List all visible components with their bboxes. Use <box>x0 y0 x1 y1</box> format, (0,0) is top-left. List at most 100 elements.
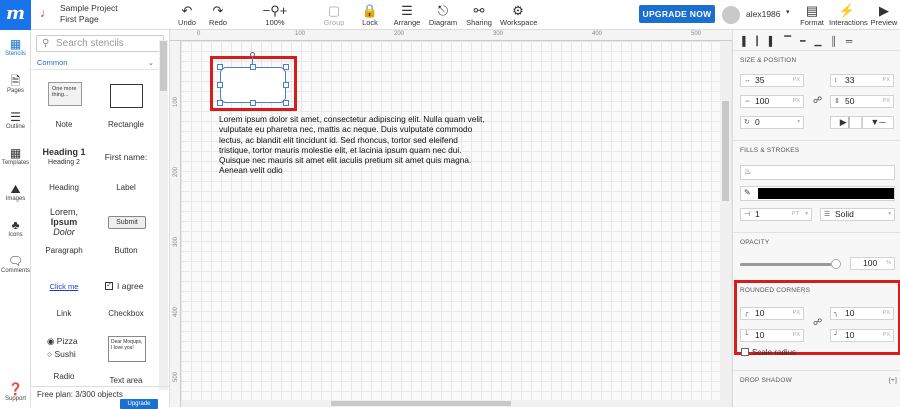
canvas[interactable]: 0 100 200 300 400 500 100 200 300 400 50… <box>170 30 732 407</box>
diagram-button[interactable]: ⎋ Diagram <box>428 3 458 27</box>
category-dropdown[interactable]: Common ⌄ <box>31 57 158 70</box>
stencil-radio[interactable]: ◉ Pizza ○ Sushi Radio <box>33 324 95 387</box>
rotation-input[interactable]: ↻ 0 ▾ <box>740 116 804 129</box>
resize-handle-l[interactable] <box>217 82 223 88</box>
radio-preview: ◉ Pizza ○ Sushi <box>47 336 78 359</box>
stencils-panel: ⚲ Search stencils Common ⌄ One more thin… <box>31 30 170 409</box>
rail-pages[interactable]: 🗎 Pages <box>0 74 31 94</box>
distribute-v-icon[interactable]: ═ <box>846 36 861 46</box>
interactions-tab[interactable]: ⚡ Interactions <box>829 3 868 27</box>
align-middle-icon[interactable]: ━ <box>800 36 814 46</box>
arrange-button[interactable]: ☰ Arrange <box>392 3 422 27</box>
opacity-slider-knob[interactable] <box>831 259 841 269</box>
lock-button[interactable]: 🔒 Lock <box>359 3 381 27</box>
resize-handle-b[interactable] <box>250 100 256 106</box>
scrollbar-thumb[interactable] <box>331 401 511 406</box>
redo-button[interactable]: ↷ Redo <box>206 3 230 27</box>
stencil-checkbox[interactable]: ✓ I agree Checkbox <box>95 261 157 324</box>
radius-top-left-input[interactable]: ╭ 10 PX <box>740 307 804 320</box>
link-icon[interactable]: ☍ <box>813 95 822 106</box>
corner-tr-icon: ╮ <box>834 310 839 317</box>
stencil-paragraph[interactable]: Lorem, Ipsum Dolor Paragraph <box>33 198 95 261</box>
stencil-note[interactable]: One more thing... Note <box>33 72 95 135</box>
zoom-control[interactable]: −⚲+ 100% <box>256 3 294 27</box>
stencils-scrollbar[interactable] <box>159 40 168 390</box>
checkbox-icon: ✓ <box>105 282 113 290</box>
align-right-icon[interactable]: ▌ <box>769 36 784 46</box>
y-input[interactable]: ↕ 33 PX <box>830 74 894 87</box>
radius-top-right-input[interactable]: ╮ 10 PX <box>830 307 894 320</box>
stencil-button[interactable]: Submit Button <box>95 198 157 261</box>
fill-color-field[interactable]: ♨ <box>740 165 895 180</box>
resize-handle-tr[interactable] <box>283 64 289 70</box>
link-icon[interactable]: ☍ <box>813 317 822 328</box>
width-input[interactable]: ⇔ 100 PX <box>740 95 804 108</box>
resize-handle-tl[interactable] <box>217 64 223 70</box>
stepper-icon[interactable]: ▾ <box>797 117 800 128</box>
preview-button[interactable]: ▶ Preview <box>870 3 898 27</box>
stencil-rectangle[interactable]: Rectangle <box>95 72 157 135</box>
stencil-link[interactable]: Click me Link <box>33 261 95 324</box>
format-tab[interactable]: ▤ Format <box>800 3 824 27</box>
stroke-style-select[interactable]: ☰ Solid ▾ <box>820 208 895 221</box>
upgrade-now-button[interactable]: UPGRADE NOW <box>639 5 715 23</box>
resize-handle-t[interactable] <box>250 64 256 70</box>
rail-comments[interactable]: 🗨 Comments <box>0 254 31 274</box>
rail-outline[interactable]: ☰ Outline <box>0 110 31 130</box>
stroke-color-swatch[interactable] <box>758 188 894 199</box>
undo-button[interactable]: ↶ Undo <box>175 3 199 27</box>
rail-templates[interactable]: ▦ Templates <box>0 146 31 166</box>
avatar[interactable] <box>722 6 740 24</box>
moqups-logo[interactable]: m <box>0 0 31 30</box>
chevron-down-icon: ⌄ <box>147 58 154 67</box>
user-menu[interactable]: alex1986 <box>746 9 781 19</box>
search-input[interactable]: ⚲ Search stencils <box>36 35 164 52</box>
rectangle-preview <box>110 84 143 108</box>
page-name[interactable]: First Page <box>60 14 99 24</box>
scale-radius-checkbox[interactable] <box>741 348 749 356</box>
opacity-input[interactable]: 100% <box>850 257 895 270</box>
x-input[interactable]: ↔ 35 PX <box>740 74 804 87</box>
sharing-icon: ⚯ <box>473 3 485 18</box>
scrollbar-thumb[interactable] <box>160 41 167 91</box>
stroke-width-input[interactable]: ⊣ 1 PT ▾ <box>740 208 812 221</box>
section-drop-shadow[interactable]: DROP SHADOW [+] <box>733 370 900 407</box>
chevron-down-icon[interactable]: ▾ <box>786 8 790 16</box>
rail-icons[interactable]: ♣ Icons <box>0 218 31 238</box>
rail-support[interactable]: ❓ Support <box>0 382 31 402</box>
flip-horizontal-button[interactable]: ▶│ <box>830 116 862 129</box>
stroke-color-field[interactable]: ✎ <box>740 186 895 201</box>
distribute-h-icon[interactable]: ║ <box>830 36 845 46</box>
search-icon: ⚲ <box>42 38 50 49</box>
resize-handle-bl[interactable] <box>217 100 223 106</box>
align-toolbar[interactable]: ▐┃▌▔━▁║═ <box>739 36 895 47</box>
resize-handle-r[interactable] <box>283 82 289 88</box>
workspace-button[interactable]: ⚙ Workspace <box>500 3 537 27</box>
align-left-icon[interactable]: ▐ <box>739 36 754 46</box>
radius-bottom-right-input[interactable]: ╯ 10 PX <box>830 329 894 342</box>
rail-stencils[interactable]: ▦ Stencils <box>0 37 31 57</box>
paragraph-text-shape[interactable]: Lorem ipsum dolor sit amet, consectetur … <box>219 114 489 180</box>
stencil-label[interactable]: First name: Label <box>95 135 157 198</box>
opacity-slider[interactable] <box>740 259 841 269</box>
radius-bottom-left-input[interactable]: ╰ 10 PX <box>740 329 804 342</box>
rounded-rectangle-shape[interactable] <box>220 67 286 103</box>
stencil-heading[interactable]: Heading 1 Heading 2 Heading <box>33 135 95 198</box>
stencil-textarea[interactable]: Dear Moqups, I love you! Text area <box>95 324 157 387</box>
align-top-icon[interactable]: ▔ <box>784 36 800 46</box>
flip-vertical-button[interactable]: ▼─ <box>862 116 894 129</box>
rail-images[interactable]: ⛰ Images <box>0 182 31 202</box>
upgrade-small-button[interactable]: Upgrade <box>120 399 158 409</box>
group-button[interactable]: ▢ Group <box>321 3 347 27</box>
scrollbar-thumb[interactable] <box>722 101 729 201</box>
align-center-icon[interactable]: ┃ <box>754 36 768 46</box>
add-drop-shadow-button[interactable]: [+] <box>889 377 897 384</box>
height-input[interactable]: ⇕ 50 PX <box>830 95 894 108</box>
align-bottom-icon[interactable]: ▁ <box>815 36 831 46</box>
canvas-vertical-scrollbar[interactable] <box>720 41 731 407</box>
resize-handle-br[interactable] <box>283 100 289 106</box>
play-icon: ▶ <box>879 3 889 18</box>
canvas-horizontal-scrollbar[interactable] <box>181 400 721 407</box>
sharing-button[interactable]: ⚯ Sharing <box>465 3 493 27</box>
project-name[interactable]: Sample Project <box>60 3 118 13</box>
